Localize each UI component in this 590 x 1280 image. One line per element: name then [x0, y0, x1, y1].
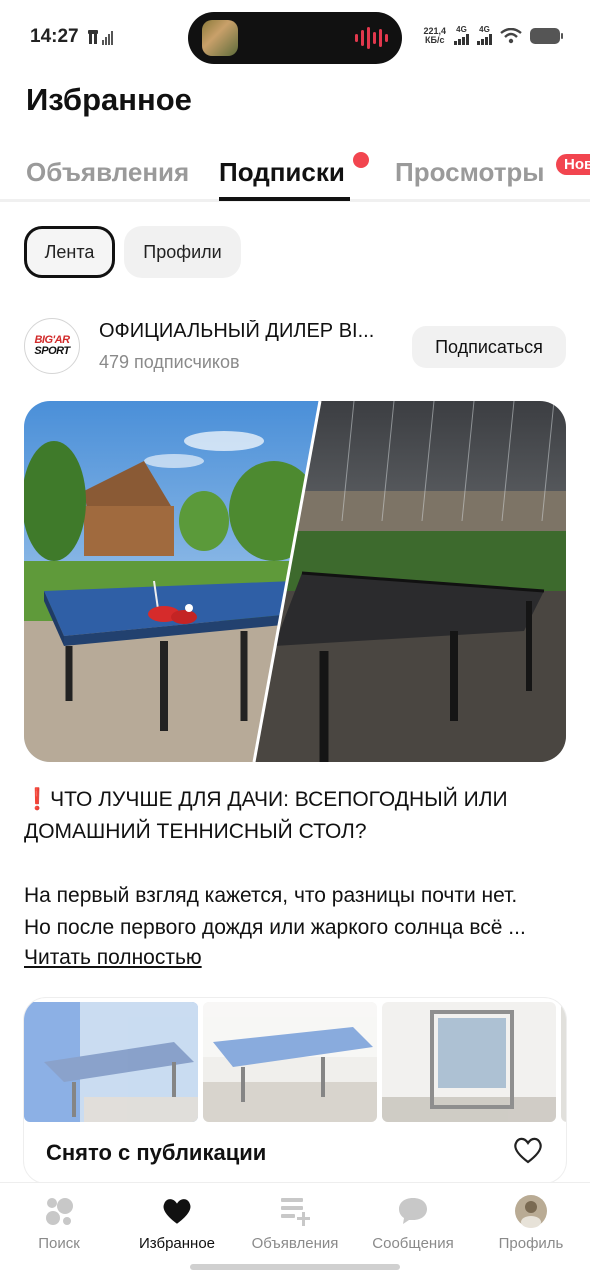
- post-title: ❗ЧТО ЛУЧШЕ ДЛЯ ДАЧИ: ВСЕПОГОДНЫЙ ИЛИ ДОМ…: [24, 784, 569, 848]
- listing-photo: [561, 1002, 566, 1122]
- seller-name[interactable]: ОФИЦИАЛЬНЫЙ ДИЛЕР BI...: [99, 320, 389, 343]
- post-title-text: ЧТО ЛУЧШЕ ДЛЯ ДАЧИ: ВСЕПОГОДНЫЙ ИЛИ ДОМА…: [24, 788, 508, 843]
- favorite-heart-icon[interactable]: [512, 1134, 544, 1166]
- seller-subscribers: 479 подписчиков: [99, 352, 240, 372]
- read-more-link[interactable]: Читать полностью: [24, 942, 202, 974]
- nav-profile[interactable]: Профиль: [472, 1191, 590, 1252]
- wifi-icon: [500, 27, 522, 43]
- nav-favorites[interactable]: Избранное: [118, 1191, 236, 1252]
- network-speed-unit: КБ/с: [425, 34, 445, 45]
- tab-views[interactable]: Просмотры: [395, 157, 545, 188]
- sim-icon: [88, 30, 113, 45]
- chat-bubble-icon: [393, 1191, 433, 1231]
- signal-1-label: 4G: [456, 25, 467, 34]
- status-time: 14:27: [30, 26, 79, 47]
- listing-status: Снято с публикации: [46, 1140, 267, 1165]
- logo-text-bottom: SPORT: [34, 345, 70, 357]
- post-body-line: На первый взгляд кажется, что разницы по…: [24, 884, 518, 907]
- tab-listings[interactable]: Объявления: [26, 157, 189, 188]
- new-badge: Нов: [556, 154, 590, 175]
- nav-label: Сообщения: [372, 1235, 454, 1252]
- subscribe-button[interactable]: Подписаться: [412, 326, 566, 368]
- chip-profiles[interactable]: Профили: [124, 226, 241, 278]
- subscriptions-notification-dot: [353, 152, 369, 168]
- home-indicator[interactable]: [190, 1264, 400, 1270]
- nav-listings[interactable]: Объявления: [236, 1191, 354, 1252]
- nav-label: Профиль: [498, 1235, 564, 1252]
- signal-2-label: 4G: [479, 25, 490, 34]
- listings-add-icon: [275, 1191, 315, 1231]
- status-right-icons: 221,4 КБ/с 4G 4G: [423, 26, 563, 45]
- battery-icon: [530, 27, 563, 44]
- post-body: На первый взгляд кажется, что разницы по…: [24, 880, 569, 944]
- favorites-tabs: Объявления Подписки Просмотры: [0, 150, 590, 202]
- signal-2-icon: 4G: [477, 26, 492, 45]
- listing-card[interactable]: Снято с публикации: [24, 998, 566, 1183]
- profile-avatar-icon: [511, 1191, 551, 1231]
- signal-1-icon: 4G: [454, 26, 469, 45]
- listing-photos[interactable]: [24, 998, 566, 1124]
- network-speed: 221,4 КБ/с: [423, 26, 446, 45]
- nav-search[interactable]: Поиск: [0, 1191, 118, 1252]
- nav-label: Поиск: [38, 1235, 80, 1252]
- post-image[interactable]: [24, 401, 566, 762]
- status-notification-icons: [88, 30, 114, 46]
- exclamation-icon: ❗: [24, 788, 51, 811]
- heart-icon: [157, 1191, 197, 1231]
- search-dots-icon: [39, 1191, 79, 1231]
- media-thumbnail: [202, 20, 238, 56]
- listing-photo: [382, 1002, 556, 1122]
- status-bar: 14:27 221,4 КБ/с 4G 4G: [0, 0, 590, 76]
- chip-feed[interactable]: Лента: [24, 226, 115, 278]
- tab-subscriptions[interactable]: Подписки: [219, 157, 345, 188]
- audio-wave-icon: [355, 26, 388, 50]
- nav-messages[interactable]: Сообщения: [354, 1191, 472, 1252]
- nav-label: Избранное: [138, 1235, 216, 1252]
- dynamic-island[interactable]: [188, 12, 402, 64]
- page-title: Избранное: [26, 82, 192, 117]
- seller-avatar[interactable]: BIG'AR SPORT: [24, 318, 80, 374]
- listing-photo: [24, 1002, 198, 1122]
- nav-label: Объявления: [251, 1235, 339, 1252]
- listing-photo: [203, 1002, 377, 1122]
- post-body-line: Но после первого дождя или жаркого солнц…: [24, 916, 526, 939]
- active-tab-indicator: [219, 197, 350, 201]
